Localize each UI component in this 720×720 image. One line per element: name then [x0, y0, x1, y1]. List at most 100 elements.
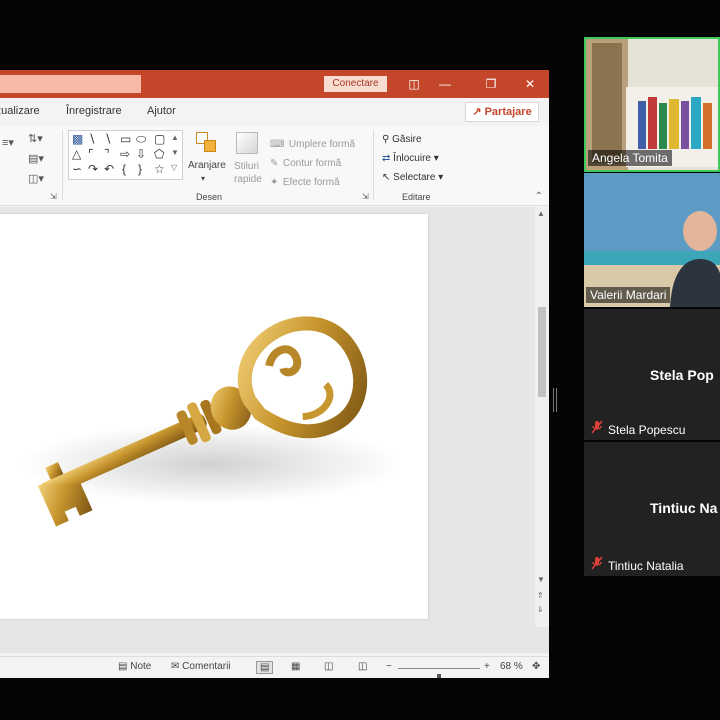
- curve-shape-icon[interactable]: ↶: [104, 162, 114, 176]
- select-button[interactable]: ↖ Selectare ▾: [382, 172, 454, 188]
- search-box[interactable]: [0, 75, 141, 93]
- connector-shape-icon[interactable]: ⌜: [88, 147, 94, 161]
- scroll-up-icon[interactable]: ▲: [537, 209, 545, 218]
- shape-outline-button[interactable]: ✎ Contur formă: [270, 153, 370, 169]
- brace-shape-icon[interactable]: {: [122, 162, 126, 176]
- slide-editing-area: ▲ ▼ ⇑ ⇓: [0, 207, 549, 653]
- chevron-down-icon: ▾: [438, 172, 444, 183]
- panel-resize-handle[interactable]: [553, 388, 557, 412]
- drawing-group-label: Desen: [196, 192, 223, 202]
- gallery-down-icon[interactable]: ▼: [171, 148, 179, 157]
- oval-shape-icon[interactable]: ⬭: [136, 132, 146, 147]
- connect-button[interactable]: Conectare: [324, 76, 387, 92]
- notes-label: Note: [130, 661, 152, 672]
- share-label: Partajare: [484, 106, 532, 118]
- quick-styles-button[interactable]: Stiluri rapide: [228, 130, 266, 194]
- replace-icon: ⇄: [382, 153, 391, 164]
- align-text-icon[interactable]: ▤▾: [28, 152, 44, 165]
- replace-button[interactable]: ⇄ Înlocuire ▾: [382, 153, 454, 169]
- line-shape-icon[interactable]: ∖: [104, 132, 112, 146]
- share-icon: ↗: [472, 106, 482, 118]
- powerpoint-window: Conectare ◫ — ❐ ✕ Vizualizare Înregistra…: [0, 70, 549, 678]
- participant-display-name: Tintiuc Na: [650, 500, 718, 516]
- ribbon: ≡▾ ⇅▾ ▤▾ ◫▾ ⇲ ▩ ∖ ∖ ▭ ⬭ ▢ △ ⌜ ⌝ ⇨ ⇩ ⬠ ∽ …: [0, 126, 549, 206]
- editing-group-label: Editare: [402, 192, 431, 202]
- cursor-icon: ↖: [382, 172, 391, 183]
- participant-tile[interactable]: Angela Tomita: [584, 37, 720, 172]
- pentagon-shape-icon[interactable]: ⬠: [154, 147, 164, 161]
- bullets-icon[interactable]: ≡▾: [2, 136, 14, 149]
- select-label: Selectare: [393, 172, 436, 183]
- ribbon-display-options-icon[interactable]: ◫: [403, 74, 425, 94]
- minimize-icon[interactable]: —: [434, 74, 456, 94]
- shape-outline-label: Contur formă: [282, 158, 342, 169]
- fit-slide-icon[interactable]: ✥: [532, 661, 540, 672]
- tab-view[interactable]: Vizualizare: [0, 105, 40, 117]
- rectangle-shape-icon[interactable]: ▭: [120, 132, 131, 146]
- zoom-in-icon[interactable]: +: [484, 661, 490, 672]
- arrow-down-shape-icon[interactable]: ⇩: [136, 147, 146, 161]
- reading-view-icon[interactable]: ◫: [324, 661, 333, 672]
- rounded-rectangle-shape-icon[interactable]: ▢: [154, 132, 165, 146]
- mic-muted-icon: [591, 556, 603, 570]
- comments-button[interactable]: ✉ Comentarii: [171, 661, 231, 672]
- vertical-scrollbar[interactable]: ▲ ▼ ⇑ ⇓: [535, 207, 549, 627]
- zoom-slider-thumb[interactable]: [437, 674, 441, 678]
- tab-record[interactable]: Înregistrare: [66, 105, 122, 117]
- arrange-button[interactable]: Aranjare ▾: [186, 130, 226, 190]
- smartart-icon[interactable]: ◫▾: [28, 172, 44, 185]
- shape-fill-button[interactable]: ⌨ Umplere formă: [270, 134, 370, 150]
- shape-outline-icon: ✎: [270, 158, 279, 169]
- zoom-out-icon[interactable]: −: [386, 661, 392, 672]
- participant-tile[interactable]: Tintiuc Na Tintiuc Natalia: [584, 442, 720, 576]
- drawing-launcher-icon[interactable]: ⇲: [362, 192, 369, 201]
- find-button[interactable]: ⚲ Găsire: [382, 134, 442, 150]
- arrange-label: Aranjare: [188, 160, 226, 171]
- notes-button[interactable]: ▤ Note: [118, 661, 151, 672]
- restore-icon[interactable]: ❐: [480, 74, 502, 94]
- text-direction-icon[interactable]: ⇅▾: [28, 132, 43, 145]
- freeform-shape-icon[interactable]: ∽: [72, 162, 82, 176]
- participant-tile[interactable]: Valerii Mardari: [584, 173, 720, 307]
- replace-label: Înlocuire: [393, 153, 431, 164]
- scroll-down-icon[interactable]: ▼: [537, 575, 545, 584]
- shapes-gallery[interactable]: ▩ ∖ ∖ ▭ ⬭ ▢ △ ⌜ ⌝ ⇨ ⇩ ⬠ ∽ ↷ ↶ { } ☆ ▲ ▼ …: [68, 130, 183, 180]
- zoom-slider[interactable]: [398, 668, 480, 678]
- paragraph-launcher-icon[interactable]: ⇲: [50, 192, 57, 201]
- collapse-ribbon-icon[interactable]: ⌃: [535, 191, 543, 202]
- screen: { "powerpoint": { "connect_label": "Cone…: [0, 0, 720, 720]
- text-box-icon[interactable]: ▩: [72, 132, 83, 146]
- arrow-right-shape-icon[interactable]: ⇨: [120, 147, 130, 161]
- zoom-level[interactable]: 68 %: [500, 661, 523, 672]
- brace-shape-icon[interactable]: }: [138, 162, 142, 176]
- close-icon[interactable]: ✕: [519, 74, 541, 94]
- shape-effects-icon: ✦: [270, 177, 279, 188]
- curve-shape-icon[interactable]: ↷: [88, 162, 98, 176]
- participant-tile[interactable]: Stela Pop Stela Popescu: [584, 309, 720, 440]
- previous-slide-icon[interactable]: ⇑: [537, 591, 544, 600]
- status-bar: ▤ Note ✉ Comentarii ▤ ▦ ◫ ◫ − + 68 % ✥: [0, 656, 549, 678]
- slide-sorter-icon[interactable]: ▦: [291, 661, 300, 672]
- next-slide-icon[interactable]: ⇓: [537, 605, 544, 614]
- quick-styles-label: Stiluri rapide: [234, 161, 262, 185]
- participant-name: Tintiuc Natalia: [608, 559, 684, 573]
- gallery-up-icon[interactable]: ▲: [171, 133, 179, 142]
- mic-muted-icon: [591, 420, 603, 434]
- title-bar: Conectare ◫ — ❐ ✕: [0, 70, 549, 98]
- scroll-thumb[interactable]: [538, 307, 546, 397]
- line-shape-icon[interactable]: ∖: [88, 132, 96, 146]
- triangle-shape-icon[interactable]: △: [72, 147, 81, 161]
- share-button[interactable]: ↗ Partajare: [465, 102, 539, 122]
- gallery-more-icon[interactable]: ▽: [171, 163, 177, 172]
- shape-fill-label: Umplere formă: [288, 139, 356, 150]
- participant-name: Stela Popescu: [608, 423, 686, 437]
- golden-key-image: [20, 316, 400, 527]
- slide-canvas[interactable]: [0, 214, 428, 619]
- star-shape-icon[interactable]: ☆: [154, 162, 165, 176]
- participant-name: Angela Tomita: [588, 150, 672, 166]
- connector-shape-icon[interactable]: ⌝: [104, 147, 110, 161]
- normal-view-icon[interactable]: ▤: [256, 661, 274, 674]
- slideshow-icon[interactable]: ◫: [358, 661, 367, 672]
- shape-effects-button[interactable]: ✦ Efecte formă: [270, 172, 370, 188]
- tab-help[interactable]: Ajutor: [147, 105, 176, 117]
